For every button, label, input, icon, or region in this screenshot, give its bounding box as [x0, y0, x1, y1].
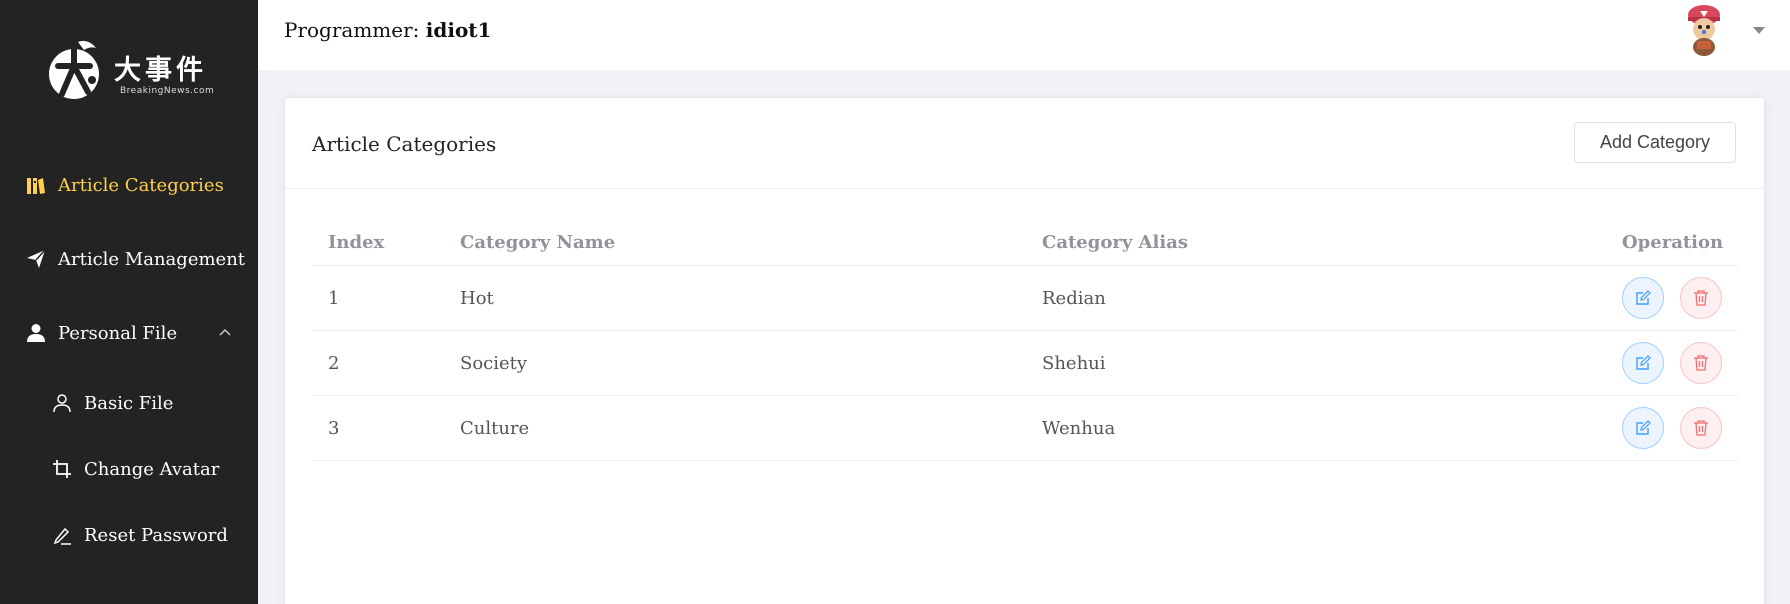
user-icon [25, 322, 47, 344]
nav-personal-file[interactable]: Personal File [0, 308, 258, 358]
nav-change-avatar[interactable]: Change Avatar [0, 444, 258, 494]
avatar[interactable] [1682, 3, 1726, 57]
row-alias: Shehui [1042, 352, 1106, 374]
user-outline-icon [51, 392, 73, 414]
categories-table: Index Category Name Category Alias Opera… [312, 216, 1738, 461]
nav-label: Change Avatar [84, 458, 220, 480]
username: idiot1 [425, 18, 492, 42]
logo-mark-icon [49, 40, 99, 99]
delete-button[interactable] [1680, 407, 1722, 449]
nav-reset-password[interactable]: Reset Password [0, 510, 258, 560]
delete-button[interactable] [1680, 277, 1722, 319]
row-alias: Redian [1042, 287, 1106, 309]
card-title: Article Categories [312, 132, 497, 156]
edit-icon [1636, 355, 1651, 370]
nav-label: Article Categories [58, 174, 224, 196]
edit-icon [1636, 420, 1651, 435]
trash-icon [1694, 355, 1708, 371]
trash-icon [1694, 290, 1708, 306]
card-header: Article Categories Add Category [285, 98, 1764, 189]
nav-label: Article Management [58, 248, 246, 270]
row-index: 2 [328, 352, 340, 374]
trash-icon [1694, 420, 1708, 436]
logo-chinese-text: 大事件 [114, 55, 207, 86]
column-header-operation: Operation [1622, 232, 1724, 253]
column-header-alias: Category Alias [1042, 232, 1188, 253]
row-index: 3 [328, 417, 340, 439]
row-index: 1 [328, 287, 340, 309]
logo: 大事件 BreakingNews.com [44, 34, 214, 104]
edit-button[interactable] [1622, 277, 1664, 319]
add-category-button[interactable]: Add Category [1574, 122, 1736, 163]
paper-plane-icon [25, 248, 47, 270]
nav-label: Personal File [58, 322, 178, 344]
categories-card: Article Categories Add Category Index Ca… [284, 97, 1765, 604]
nav-label: Basic File [84, 392, 174, 414]
delete-button[interactable] [1680, 342, 1722, 384]
greeting-prefix: Programmer: [284, 18, 426, 42]
edit-pen-icon [51, 524, 73, 546]
top-header: Programmer: idiot1 [258, 0, 1790, 70]
table-row: 3 Culture Wenhua [312, 396, 1738, 461]
logo-english-text: BreakingNews.com [120, 86, 215, 96]
edit-button[interactable] [1622, 407, 1664, 449]
edit-icon [1636, 290, 1651, 305]
nav-article-categories[interactable]: Article Categories [0, 160, 258, 210]
column-header-name: Category Name [460, 232, 616, 253]
column-header-index: Index [328, 232, 385, 253]
sidebar: 大事件 BreakingNews.com Article Categories … [0, 0, 258, 604]
nav-basic-file[interactable]: Basic File [0, 378, 258, 428]
row-name: Society [460, 352, 528, 374]
programmer-greeting: Programmer: idiot1 [284, 18, 491, 42]
table-row: 1 Hot Redian [312, 266, 1738, 331]
nav-article-management[interactable]: Article Management [0, 234, 258, 284]
book-icon [25, 174, 47, 196]
edit-button[interactable] [1622, 342, 1664, 384]
crop-icon [51, 458, 73, 480]
caret-down-icon[interactable] [1753, 27, 1765, 34]
table-row: 2 Society Shehui [312, 331, 1738, 396]
row-name: Culture [460, 417, 530, 439]
nav-label: Reset Password [84, 524, 228, 546]
row-name: Hot [460, 287, 494, 309]
row-alias: Wenhua [1042, 417, 1116, 439]
chevron-up-icon [219, 328, 231, 336]
table-header: Index Category Name Category Alias Opera… [312, 216, 1738, 266]
